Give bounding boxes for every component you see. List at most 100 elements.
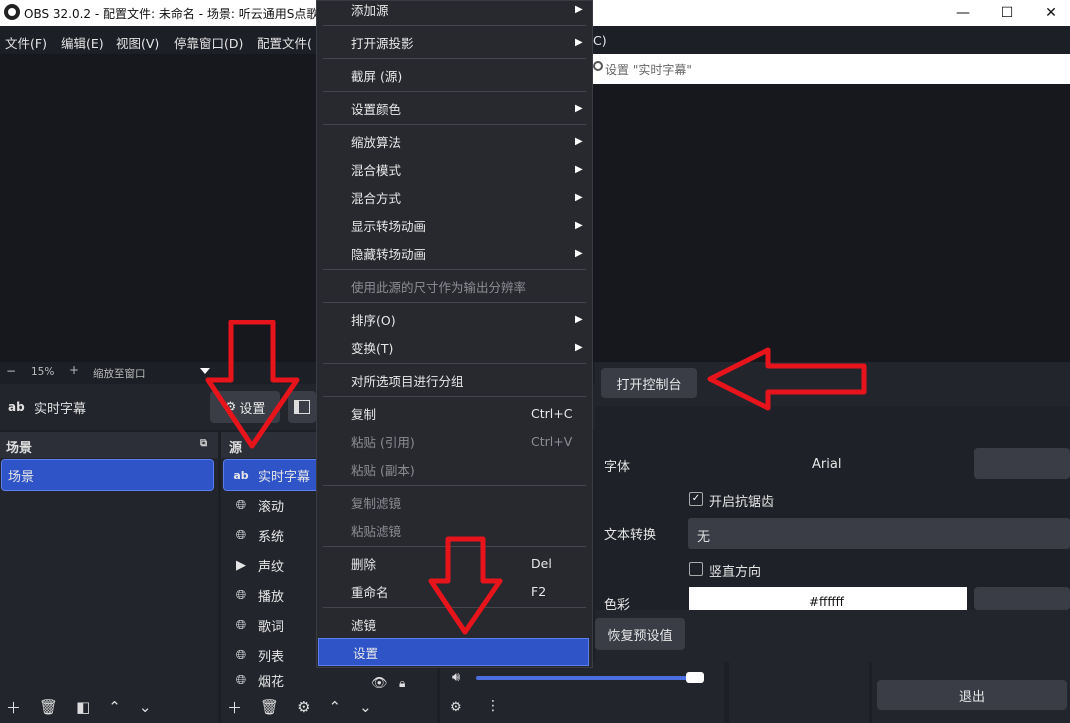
context-menu-item-label: 缩放算法 <box>351 134 402 150</box>
text-transform-select[interactable]: 无 <box>688 518 1070 549</box>
scene-filters-icon[interactable]: ◧ <box>76 698 90 716</box>
obs-logo-icon <box>4 4 20 20</box>
visibility-eye-icon[interactable]: 👁︎ <box>371 676 388 691</box>
move-scene-up-icon[interactable]: ⌃ <box>108 698 121 716</box>
speaker-icon[interactable]: 🔊︎ <box>452 670 460 685</box>
text-transform-value: 无 <box>697 530 711 545</box>
context-menu-item-label: 隐藏转场动画 <box>351 246 427 262</box>
context-menu-item[interactable]: 设置颜色 ▶ <box>317 94 592 122</box>
source-item-label: 实时字幕 <box>258 469 311 485</box>
move-scene-down-icon[interactable]: ⌄ <box>139 698 152 716</box>
menu-separator <box>323 396 586 397</box>
context-menu-item[interactable]: 截屏 (源) <box>317 61 592 89</box>
context-menu-item[interactable]: 混合模式 ▶ <box>317 155 592 183</box>
text-transform-label: 文本转换 <box>604 528 657 543</box>
context-menu-item-label: 复制滤镜 <box>351 495 402 511</box>
lock-icon[interactable]: 🔒︎ <box>399 676 405 691</box>
globe-icon: 🌐︎ <box>235 617 247 633</box>
select-color-button[interactable] <box>974 587 1070 610</box>
color-value: #ffffff <box>809 595 844 609</box>
restore-defaults-label: 恢复预设值 <box>607 628 673 644</box>
submenu-arrow-icon: ▶ <box>575 3 583 15</box>
menu-separator <box>323 58 586 59</box>
context-menu-item-label: 设置颜色 <box>351 101 402 117</box>
remove-source-icon[interactable]: 🗑 <box>260 698 279 716</box>
menu-separator <box>323 124 586 125</box>
context-menu-item[interactable]: 缩放算法 ▶ <box>317 127 592 155</box>
globe-icon: 🌐︎ <box>235 587 247 603</box>
menu-view[interactable]: 视图(V) <box>116 33 159 52</box>
context-menu-item-label: 粘贴滤镜 <box>351 523 402 539</box>
context-menu-item[interactable]: 对所选项目进行分组 <box>317 366 592 394</box>
scene-item-label: 场景 <box>8 469 35 485</box>
submenu-arrow-icon: ▶ <box>575 163 583 175</box>
menu-partial[interactable]: C) <box>593 33 607 48</box>
shortcut-hint: Del <box>531 555 552 571</box>
exit-button[interactable]: 退出 <box>877 680 1067 710</box>
open-console-button[interactable]: 打开控制台 <box>601 368 697 398</box>
move-source-up-icon[interactable]: ⌃ <box>329 698 342 716</box>
scenes-dock-header: 场景 ⧉ <box>0 432 218 458</box>
maximize-button[interactable]: ☐ <box>984 0 1030 26</box>
add-scene-icon[interactable]: ＋ <box>6 697 21 718</box>
add-source-icon[interactable]: ＋ <box>227 697 242 718</box>
globe-icon: 🌐︎ <box>235 647 247 663</box>
submenu-arrow-icon: ▶ <box>575 135 583 147</box>
context-menu-item-label: 打开源投影 <box>351 35 414 51</box>
context-menu-item[interactable]: 添加源 ▶ <box>317 0 592 23</box>
text-source-icon: ab <box>233 468 249 482</box>
context-menu-item-label: 复制 <box>351 406 377 422</box>
menu-edit[interactable]: 编辑(E) <box>61 33 104 52</box>
context-menu-item[interactable]: 隐藏转场动画 ▶ <box>317 239 592 267</box>
volume-slider-handle[interactable] <box>686 672 704 683</box>
menu-docks[interactable]: 停靠窗口(D) <box>174 33 243 52</box>
scene-item[interactable]: 场景 <box>1 459 214 491</box>
context-menu-item-label: 设置 <box>353 645 379 661</box>
antialias-checkbox[interactable]: ✓ <box>689 492 703 506</box>
window-title: OBS 32.0.2 - 配置文件: 未命名 - 场景: 听云通用S点歌 <box>24 7 319 21</box>
source-item[interactable]: 🌐︎ 滚动 <box>224 490 284 520</box>
submenu-arrow-icon: ▶ <box>575 341 583 353</box>
zoom-in-button[interactable]: + <box>69 363 79 377</box>
context-menu-item-label: 混合方式 <box>351 190 402 206</box>
close-button[interactable]: ✕ <box>1028 0 1070 26</box>
remove-scene-icon[interactable]: 🗑 <box>39 698 58 716</box>
zoom-bar: − 15% + 缩放至窗口 <box>0 362 215 382</box>
menu-profile[interactable]: 配置文件( <box>257 33 312 52</box>
context-menu-item-label: 滤镜 <box>351 617 377 633</box>
vertical-checkbox[interactable] <box>689 562 703 576</box>
vertical-label: 竖直方向 <box>709 565 762 580</box>
context-menu-item[interactable]: 设置 <box>318 638 589 666</box>
menu-separator <box>323 363 586 364</box>
source-item[interactable]: ▶ 声纹 <box>224 550 284 580</box>
source-item[interactable]: 🌐︎ 歌词 <box>224 610 284 640</box>
mixer-settings-gear-icon[interactable]: ⚙ <box>450 700 462 715</box>
context-menu-item[interactable]: 混合方式 ▶ <box>317 183 592 211</box>
context-menu-item[interactable]: 排序(O) ▶ <box>317 305 592 333</box>
play-icon: ▶ <box>236 557 246 573</box>
context-menu-item-label: 粘贴 (引用) <box>351 434 415 450</box>
shortcut-hint: F2 <box>531 583 547 599</box>
mixer-menu-dots-icon[interactable]: ⋮ <box>486 698 500 714</box>
open-console-label: 打开控制台 <box>616 377 682 393</box>
source-properties-gear-icon[interactable]: ⚙ <box>297 698 310 716</box>
context-menu-item[interactable]: 变换(T) ▶ <box>317 333 592 361</box>
zoom-fit-label[interactable]: 缩放至窗口 <box>93 366 146 381</box>
source-item[interactable]: 🌐︎ 播放 <box>224 580 284 610</box>
move-source-down-icon[interactable]: ⌄ <box>359 698 372 716</box>
context-menu-item[interactable]: 显示转场动画 ▶ <box>317 211 592 239</box>
menu-file[interactable]: 文件(F) <box>5 33 47 52</box>
context-menu-item[interactable]: 打开源投影 ▶ <box>317 28 592 56</box>
zoom-level: 15% <box>31 366 55 378</box>
source-item[interactable]: 🌐︎ 系统 <box>224 520 284 550</box>
minimize-button[interactable]: — <box>940 0 986 26</box>
source-item[interactable]: 🌐︎ 列表 <box>224 640 284 670</box>
source-item-label: 系统 <box>258 529 285 545</box>
source-item[interactable]: 🌐︎ 烟花 <box>224 670 284 690</box>
zoom-out-button[interactable]: − <box>6 364 16 378</box>
exit-button-label: 退出 <box>958 689 985 705</box>
volume-slider[interactable] <box>476 676 704 680</box>
context-menu-item[interactable]: 复制 Ctrl+C <box>317 399 592 427</box>
select-font-button[interactable] <box>974 448 1070 479</box>
restore-defaults-button[interactable]: 恢复预设值 <box>595 618 685 650</box>
